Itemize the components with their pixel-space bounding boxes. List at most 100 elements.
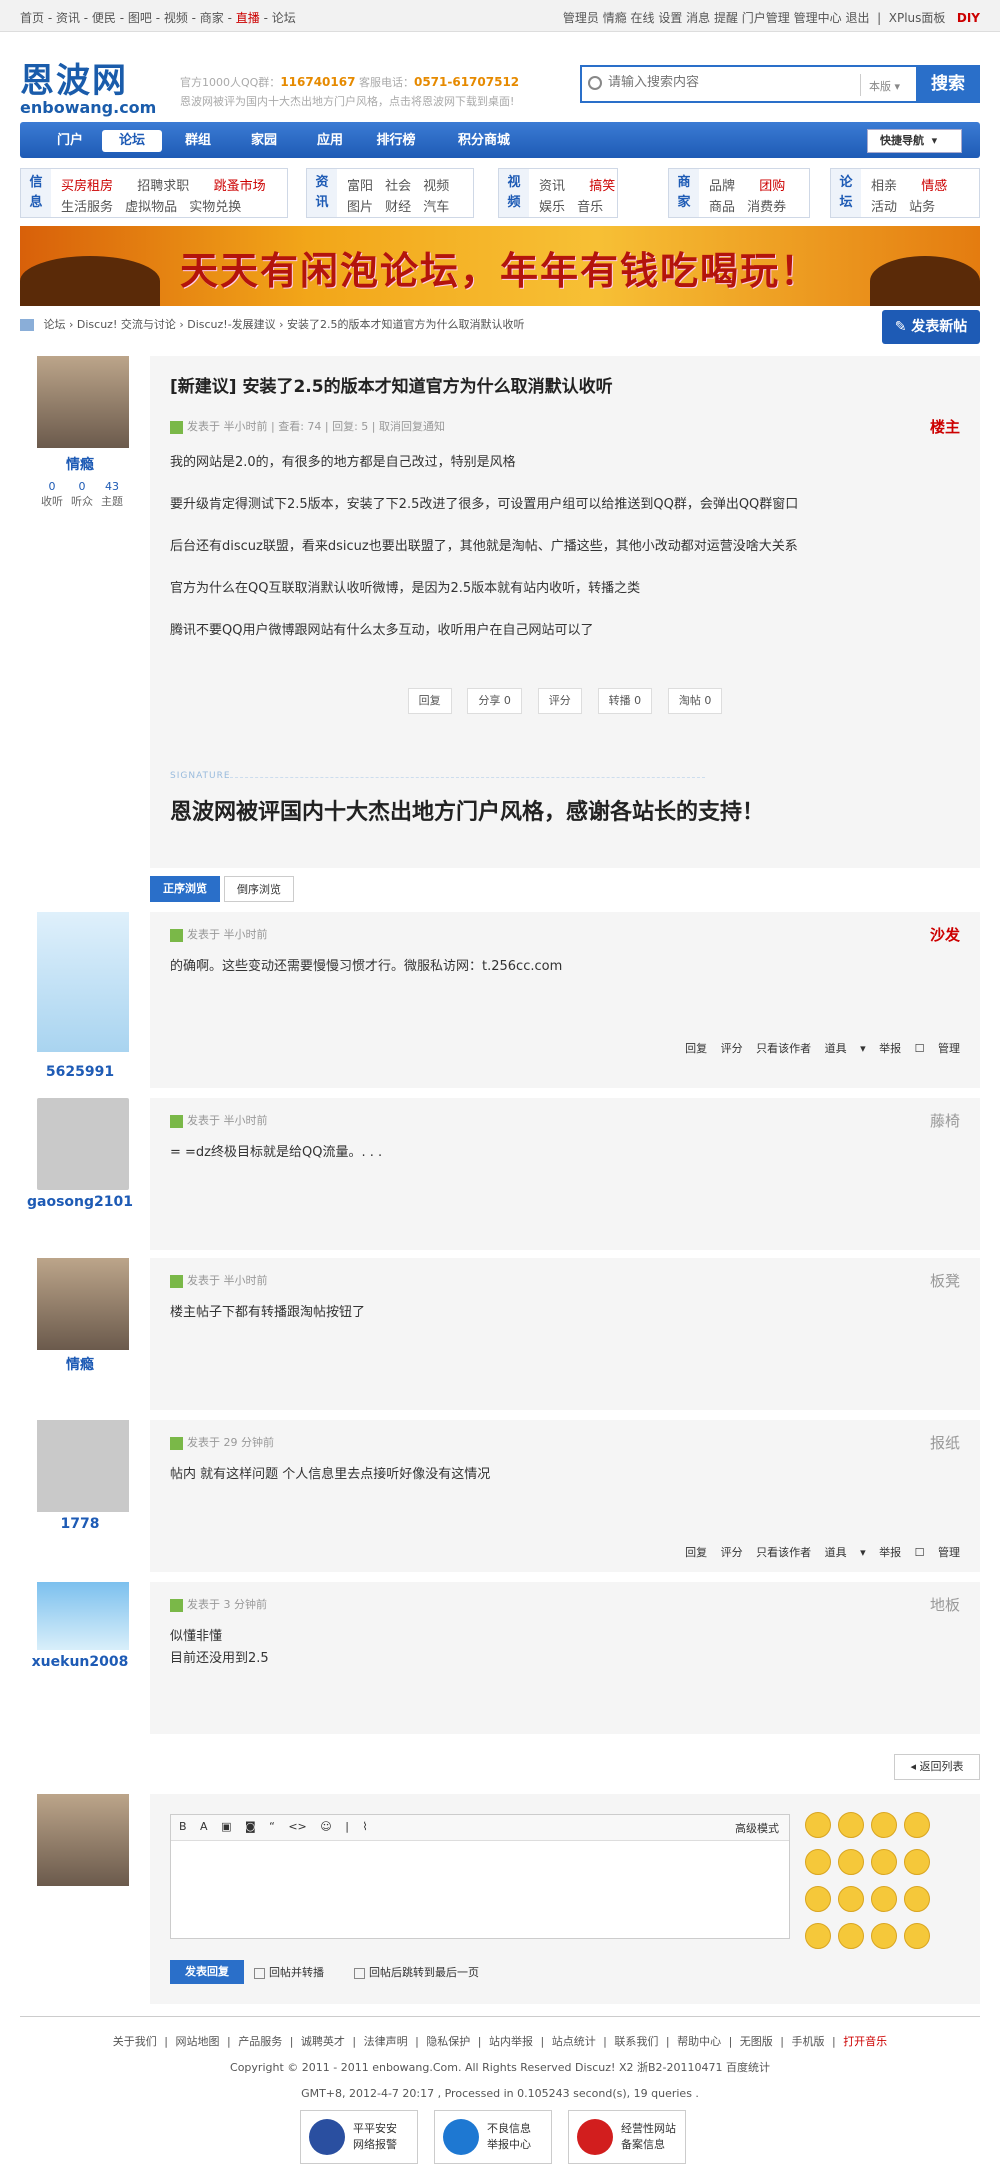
site-header: 恩波网 enbowang.com 官方1000人QQ群：116740167 客服…: [20, 45, 980, 117]
icp-badge[interactable]: 经营性网站 备案信息: [568, 2110, 686, 2164]
cat-info-links2[interactable]: 生活服务 虚拟物品 实物兑换: [61, 196, 241, 215]
submit-reply-button[interactable]: 发表回复: [170, 1960, 244, 1984]
smiley-icon[interactable]: [904, 1886, 930, 1912]
cat-news-links1[interactable]: 富阳 社会 视频: [347, 175, 449, 194]
cat-info-links1[interactable]: 买房租房 招聘求职 跳蚤市场: [61, 175, 266, 194]
advanced-mode-link[interactable]: 高级模式: [735, 1820, 779, 1836]
search-icon: [588, 76, 602, 90]
smiley-icon[interactable]: [805, 1886, 831, 1912]
cat-video-links1[interactable]: 资讯 搞笑: [539, 175, 615, 194]
reply-body: 发表于 半小时前 沙发 的确啊。这些变动还需要慢慢习惯才行。微服私访网：t.25…: [150, 912, 980, 1088]
smiley-icon[interactable]: [871, 1886, 897, 1912]
smiley-icon[interactable]: [871, 1812, 897, 1838]
post-tools[interactable]: 回复 评分 只看该作者 道具 ▾ 举报 ☐ 管理: [685, 1544, 960, 1560]
tab-descending[interactable]: 倒序浏览: [224, 876, 294, 902]
smiley-panel[interactable]: [805, 1812, 965, 1960]
quick-nav-button[interactable]: 快捷导航 ▾: [867, 129, 962, 153]
smiley-icon[interactable]: [838, 1886, 864, 1912]
top-links[interactable]: 首页 - 资讯 - 便民 - 图吧 - 视频 - 商家 - 直播 - 论坛: [20, 9, 296, 26]
xplus-link[interactable]: XPlus面板: [889, 11, 946, 25]
avatar[interactable]: [37, 912, 129, 1052]
nav-forum[interactable]: 论坛: [102, 130, 162, 152]
cat-news: 资讯 富阳 社会 视频 图片 财经 汽车: [306, 168, 474, 218]
nav-portal[interactable]: 门户: [40, 130, 100, 152]
author-name[interactable]: gaosong2101: [20, 1194, 140, 1210]
cat-merchant-links1[interactable]: 品牌 团购: [709, 175, 785, 194]
editor-toolbar[interactable]: B A ▣ ◙ “ <> ☺ | ⌇ 高级模式: [171, 1815, 789, 1841]
search-button[interactable]: 搜索: [916, 65, 980, 103]
smiley-icon[interactable]: [871, 1849, 897, 1875]
author-name[interactable]: 1778: [20, 1516, 140, 1532]
online-icon: [170, 1114, 183, 1128]
smiley-icon[interactable]: [904, 1923, 930, 1949]
breadcrumb-links[interactable]: 论坛 › Discuz! 交流与讨论 › Discuz!-发展建议 › 安装了2…: [44, 318, 525, 331]
repost-button[interactable]: 转播 0: [597, 688, 653, 714]
smiley-icon[interactable]: [871, 1923, 897, 1949]
online-icon: [170, 420, 183, 434]
smiley-icon[interactable]: [838, 1923, 864, 1949]
nav-points-mall[interactable]: 积分商城: [444, 130, 524, 152]
post-tools[interactable]: 回复 评分 只看该作者 道具 ▾ 举报 ☐ 管理: [685, 1040, 960, 1056]
police-badge[interactable]: 平平安安 网络报警: [300, 2110, 418, 2164]
smiley-icon[interactable]: [805, 1812, 831, 1838]
smiley-icon[interactable]: [838, 1849, 864, 1875]
avatar[interactable]: [37, 1258, 129, 1350]
option-jump-last[interactable]: 回帖后跳转到最后一页: [354, 1964, 479, 1980]
tab-ascending[interactable]: 正序浏览: [150, 876, 220, 902]
author-name[interactable]: xuekun2008: [20, 1654, 140, 1670]
home-icon[interactable]: [20, 319, 34, 331]
post-meta: 发表于 半小时前: [170, 1112, 268, 1128]
nav-home[interactable]: 家园: [234, 130, 294, 152]
reply-form: B A ▣ ◙ “ <> ☺ | ⌇ 高级模式 发表回复 回帖并转播 回帖后跳转到…: [150, 1794, 980, 2004]
promo-banner[interactable]: 天天有闲泡论坛，年年有钱吃喝玩！: [20, 226, 980, 306]
floor-label: 楼主: [929, 418, 960, 436]
post-meta: 发表于 29 分钟前: [170, 1434, 274, 1450]
nav-apps[interactable]: 应用: [300, 130, 360, 152]
nav-ranking[interactable]: 排行榜: [366, 130, 426, 152]
cat-forum-links2[interactable]: 活动 站务: [871, 196, 935, 215]
avatar[interactable]: [37, 356, 129, 448]
option-repost[interactable]: 回帖并转播: [254, 1964, 324, 1980]
smiley-icon[interactable]: [805, 1923, 831, 1949]
reply-post: 情瘾 发表于 半小时前 板凳 楼主帖子下都有转播跟淘帖按钮了: [20, 1258, 980, 1410]
reply-body: 发表于 29 分钟前 报纸 帖内 就有这样问题 个人信息里去点接听好像没有这情况…: [150, 1420, 980, 1572]
site-logo[interactable]: 恩波网 enbowang.com: [20, 53, 156, 117]
author-name[interactable]: 情瘾: [20, 1354, 140, 1374]
floor-label: 沙发: [929, 926, 960, 944]
smiley-icon[interactable]: [904, 1812, 930, 1838]
smiley-icon[interactable]: [805, 1849, 831, 1875]
online-icon: [170, 1598, 183, 1612]
search-box: 本版 ▾ 搜索: [580, 65, 980, 103]
cat-news-links2[interactable]: 图片 财经 汽车: [347, 196, 449, 215]
user-links[interactable]: 管理员 情瘾 在线 设置 消息 提醒 门户管理 管理中心 退出 | XPlus面…: [563, 9, 980, 26]
avatar[interactable]: [37, 1098, 129, 1190]
reply-editor[interactable]: B A ▣ ◙ “ <> ☺ | ⌇ 高级模式: [170, 1814, 790, 1939]
collect-button[interactable]: 淘帖 0: [667, 688, 723, 714]
diy-button[interactable]: DIY: [957, 11, 980, 25]
live-link[interactable]: 直播: [236, 11, 260, 25]
back-to-list-button[interactable]: ◂ 返回列表: [894, 1754, 980, 1780]
search-input[interactable]: [608, 75, 858, 90]
smiley-icon[interactable]: [838, 1812, 864, 1838]
new-post-button[interactable]: ✎ 发表新帖: [882, 310, 980, 344]
footer-links[interactable]: 关于我们 | 网站地图 | 产品服务 | 诚聘英才 | 法律声明 | 隐私保护 …: [20, 2029, 980, 2055]
post-meta: 发表于 半小时前: [170, 926, 268, 942]
cat-merchant-links2[interactable]: 商品 消费券: [709, 196, 786, 215]
reply-button[interactable]: 回复: [407, 688, 452, 714]
online-icon: [170, 928, 183, 942]
rate-button[interactable]: 评分: [537, 688, 582, 714]
avatar[interactable]: [37, 1420, 129, 1512]
report-badge[interactable]: 不良信息 举报中心: [434, 2110, 552, 2164]
reply-post: xuekun2008 发表于 3 分钟前 地板 似懂非懂 目前还没用到2.5: [20, 1582, 980, 1734]
cat-video-links2[interactable]: 娱乐 音乐: [539, 196, 603, 215]
share-button[interactable]: 分享 0: [467, 688, 522, 714]
cat-forum-links1[interactable]: 相亲 情感: [871, 175, 947, 194]
author-name[interactable]: 情瘾: [20, 454, 140, 474]
smiley-icon[interactable]: [904, 1849, 930, 1875]
police-icon: [309, 2119, 345, 2155]
op-post: 情瘾 0 0 43 收听 听众 主题 [新建议] 安装了2.5的版本才知道官方为什么取消…: [20, 356, 980, 868]
nav-groups[interactable]: 群组: [168, 130, 228, 152]
search-scope-select[interactable]: 本版 ▾: [860, 74, 915, 96]
author-name[interactable]: 5625991: [20, 1064, 140, 1080]
avatar[interactable]: [37, 1582, 129, 1650]
